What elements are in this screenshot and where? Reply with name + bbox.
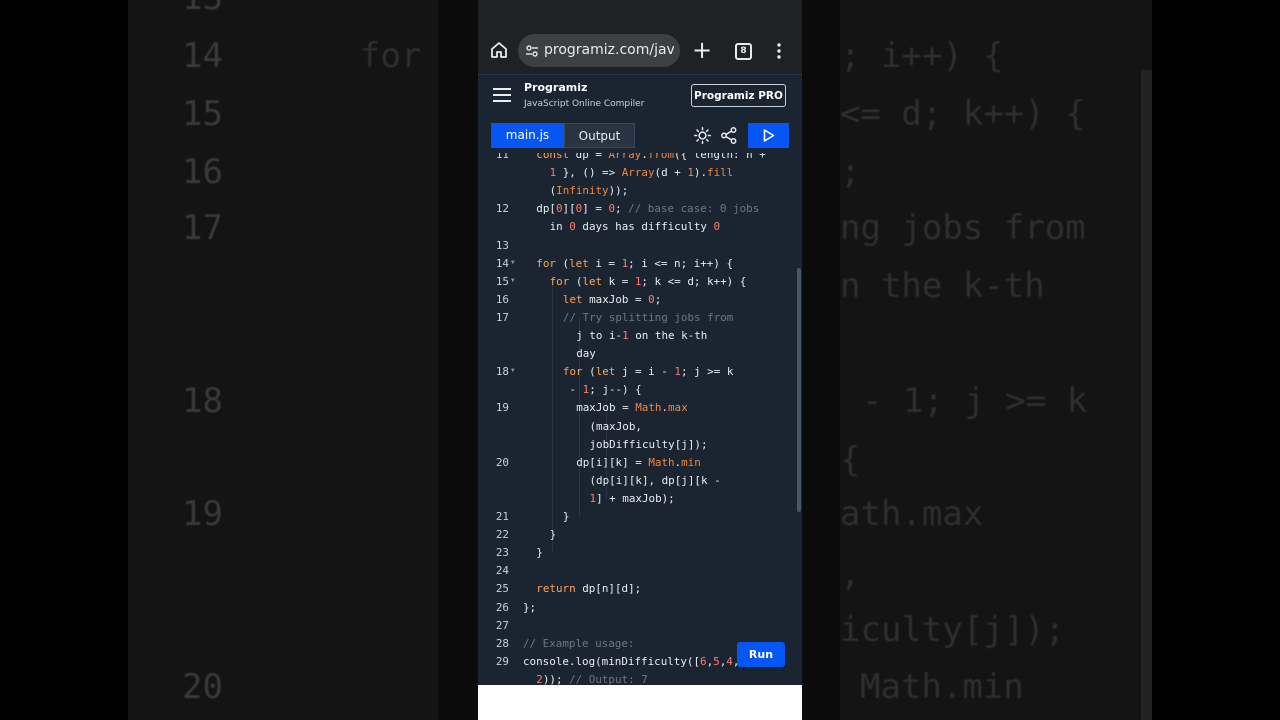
bg-line-number: 13 <box>182 0 223 18</box>
code-text: 1] + maxJob); <box>589 491 675 505</box>
code-text: for (let j = i - 1; j >= k <box>562 365 734 379</box>
tab-main-js[interactable]: main.js <box>491 123 564 148</box>
fold-chevron-icon[interactable]: ▼ <box>511 259 515 266</box>
site-settings-icon[interactable] <box>525 44 539 58</box>
bg-code-line: { <box>840 440 861 480</box>
bg-code-line: , <box>840 554 861 594</box>
code-text: dp[0][0] = 0; // base case: 0 jobs <box>536 202 760 216</box>
home-icon[interactable] <box>490 41 508 59</box>
line-number: 12 <box>495 202 509 216</box>
bg-code-line: ; i++) { <box>840 36 1004 76</box>
code-text: }; <box>523 600 537 614</box>
share-icon[interactable] <box>721 127 737 144</box>
code-text: j to i-1 on the k-th <box>576 329 708 342</box>
line-number: 15 <box>495 274 509 288</box>
run-button[interactable]: Run <box>737 642 785 667</box>
code-text: return dp[n][d]; <box>536 582 642 596</box>
phone-screen: programiz.com/javasc + 8 Programiz JavaS… <box>478 0 802 720</box>
browser-bottom-area <box>478 685 802 720</box>
tab-switcher-button[interactable]: 8 <box>735 43 752 60</box>
code-text: (maxJob, <box>589 419 642 433</box>
bg-line-number: 20 <box>182 667 223 707</box>
code-text: (dp[i][k], dp[j][k - <box>589 473 721 487</box>
more-menu-icon[interactable] <box>776 42 782 60</box>
bg-line-number: 16 <box>182 152 223 192</box>
line-number: 25 <box>495 582 509 596</box>
fold-chevron-icon[interactable]: ▼ <box>511 277 515 284</box>
code-text: } <box>562 510 570 523</box>
line-number: 22 <box>495 528 509 542</box>
background-gutter-left <box>438 0 478 720</box>
url-text: programiz.com/javasc <box>544 42 674 58</box>
code-text: in 0 days has difficulty 0 <box>549 220 721 234</box>
editor-toolbar: main.js Output <box>478 117 802 153</box>
background-gutter-right <box>802 0 840 720</box>
code-text: (Infinity)); <box>549 184 629 198</box>
line-number: 13 <box>495 238 509 252</box>
code-text: 2)); // Output: 7 <box>536 672 648 685</box>
code-text: dp[i][k] = Math.min <box>576 455 701 469</box>
line-number: 28 <box>495 636 509 650</box>
bg-code-line: <= d; k++) { <box>840 94 1086 134</box>
line-number: 29 <box>495 654 509 668</box>
code-text: // Example usage: <box>523 636 635 650</box>
play-icon <box>763 129 775 142</box>
browser-url-bar: programiz.com/javasc + 8 <box>478 28 802 74</box>
code-text: 1 }, () => Array(d + 1).fill <box>549 166 734 180</box>
code-text: const dp = Array.from({ length: n + <box>536 153 766 161</box>
bg-code-for: for <box>360 36 422 76</box>
bg-code-line: n the k-th <box>840 266 1045 306</box>
line-number: 21 <box>495 510 509 523</box>
run-play-button[interactable] <box>748 123 789 148</box>
line-number: 16 <box>495 292 509 306</box>
code-text: } <box>549 528 557 542</box>
bg-code-line: - 1; j >= k <box>862 381 1088 421</box>
line-number: 19 <box>495 401 509 415</box>
background-zoom-left: 13 14 15 16 17 18 19 20 for <box>128 0 438 720</box>
bg-line-number: 15 <box>182 94 223 134</box>
code-text: maxJob = Math.max <box>576 401 688 415</box>
line-number: 11 <box>495 153 509 161</box>
line-number: 26 <box>495 600 509 614</box>
bg-line-number: 19 <box>182 494 223 534</box>
theme-toggle-sun-icon[interactable] <box>694 127 711 144</box>
line-number: 14 <box>495 256 509 270</box>
programiz-logo[interactable]: Programiz <box>524 81 587 94</box>
code-text: jobDifficulty[j]); <box>589 437 708 451</box>
hamburger-menu-icon[interactable] <box>493 87 511 103</box>
code-text: } <box>536 546 543 560</box>
code-text: // Try splitting jobs from <box>562 310 734 324</box>
bg-line-number: 14 <box>182 36 223 76</box>
code-text: day <box>576 347 596 361</box>
bg-line-number: 18 <box>182 381 223 421</box>
line-number: 27 <box>495 618 509 632</box>
editor-scrollbar[interactable] <box>797 268 801 512</box>
background-zoom-right: ; i++) { <= d; k++) { ; ng jobs from n t… <box>840 0 1152 720</box>
code-text: for (let i = 1; i <= n; i++) { <box>536 256 734 270</box>
indent-guide <box>552 281 553 553</box>
code-text: let maxJob = 0; <box>562 292 662 306</box>
bg-code-line: ath.max <box>840 494 984 534</box>
bg-code-line: ; <box>840 152 861 192</box>
tab-output[interactable]: Output <box>564 123 635 148</box>
address-field[interactable]: programiz.com/javasc <box>518 34 680 67</box>
code-editor[interactable]: 11 const dp = Array.from({ length: n + 1 }… <box>478 153 802 685</box>
bg-code-line: Math.min <box>860 667 1024 707</box>
line-number: 20 <box>495 455 509 469</box>
code-text: for (let k = 1; k <= d; k++) { <box>549 274 747 288</box>
compiler-header: Programiz JavaScript Online Compiler Pro… <box>478 74 802 117</box>
line-number: 17 <box>495 310 509 324</box>
background-scrollbar <box>1141 70 1152 720</box>
line-number: 24 <box>495 564 509 578</box>
page-subtitle: JavaScript Online Compiler <box>524 99 645 109</box>
bg-code-line: ng jobs from <box>840 208 1086 248</box>
line-number: 23 <box>495 546 509 560</box>
bg-code-line: iculty[j]); <box>840 610 1066 650</box>
programiz-pro-button[interactable]: Programiz PRO <box>691 84 786 107</box>
new-tab-icon[interactable]: + <box>691 38 713 62</box>
fold-chevron-icon[interactable]: ▼ <box>511 367 515 374</box>
line-number: 18 <box>495 365 509 379</box>
bg-line-number: 17 <box>182 208 223 248</box>
code-text: - 1; j--) { <box>569 383 642 397</box>
